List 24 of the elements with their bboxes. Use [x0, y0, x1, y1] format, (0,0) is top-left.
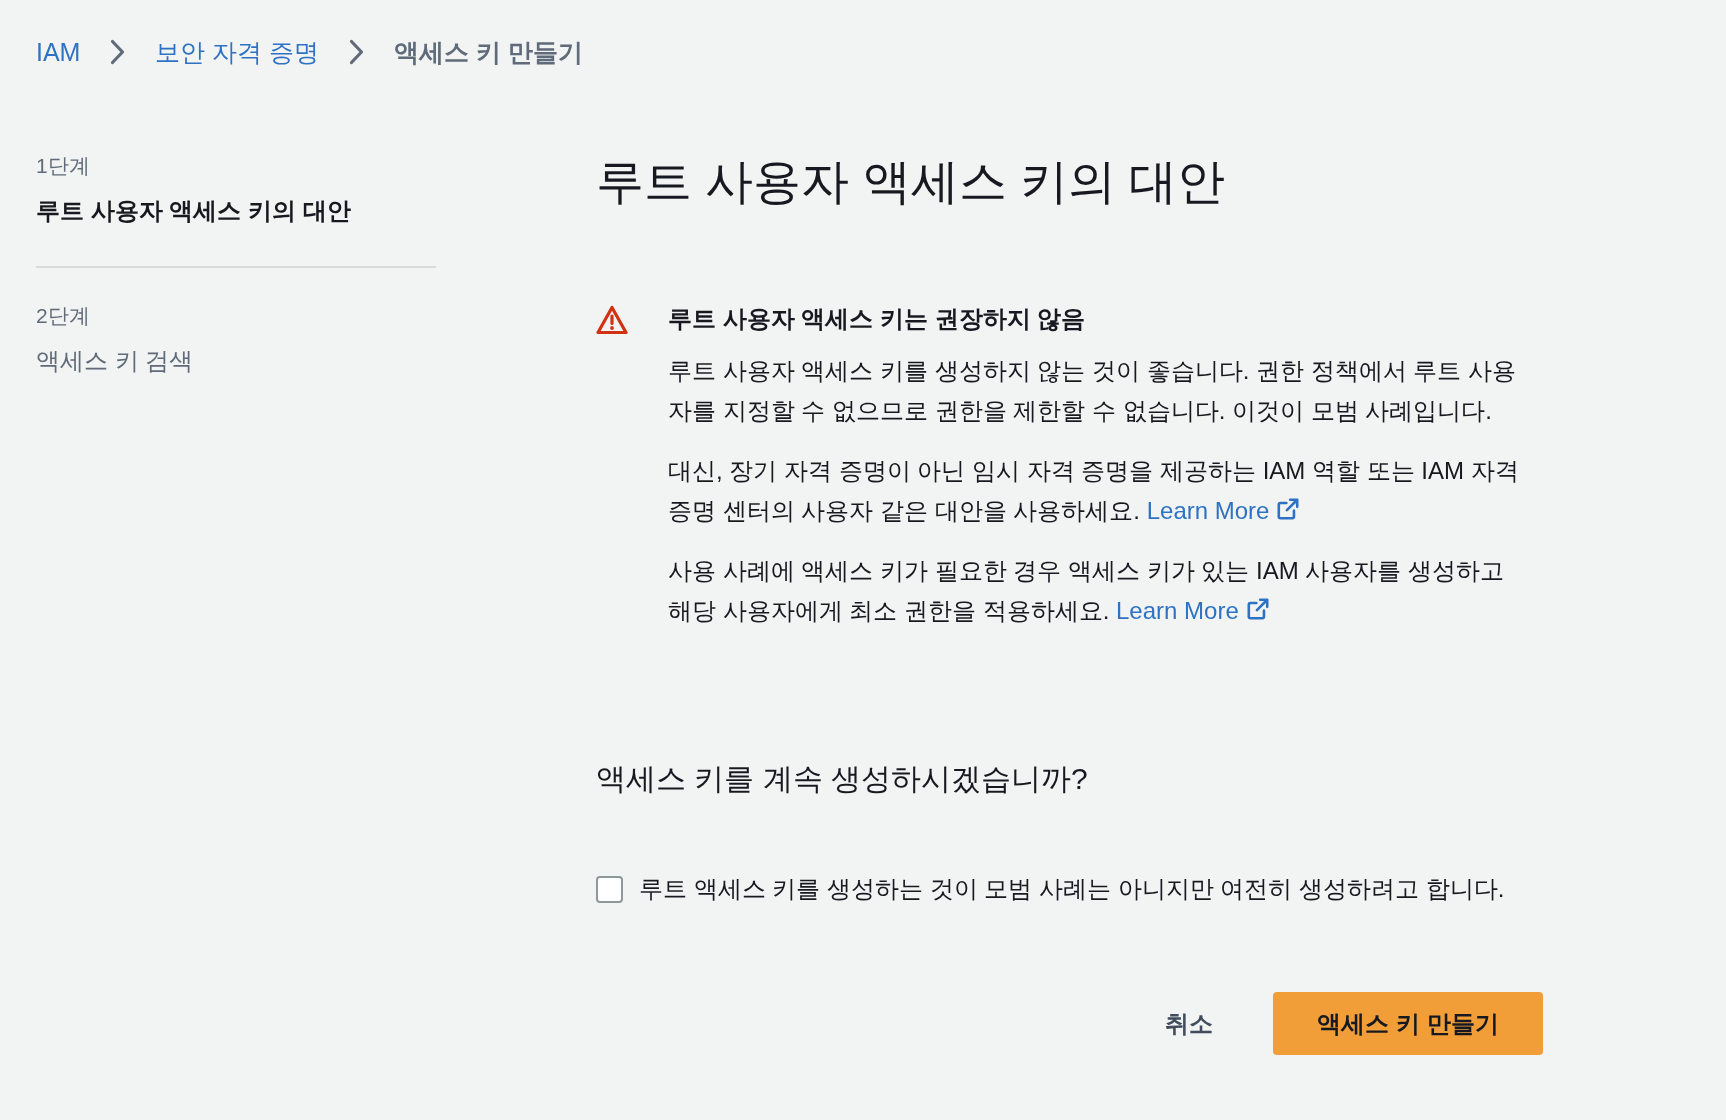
breadcrumb-current: 액세스 키 만들기 — [394, 37, 584, 68]
chevron-right-icon — [349, 39, 365, 65]
step-number: 2단계 — [36, 303, 91, 329]
section-question: 액세스 키를 계속 생성하시겠습니까? — [596, 761, 1089, 797]
learn-more-link[interactable]: Learn More — [1146, 497, 1302, 524]
warning-icon — [596, 305, 628, 335]
learn-more-link[interactable]: Learn More — [1116, 597, 1271, 624]
breadcrumb-link[interactable]: 보안 자격 증명 — [155, 34, 320, 70]
step-number: 1단계 — [36, 153, 91, 179]
step-title[interactable]: 액세스 키 검색 — [36, 344, 436, 378]
alert-paragraph: 루트 사용자 액세스 키를 생성하지 않는 것이 좋습니다. 권한 정책에서 루트 사용자를 지정할 수 없으므로 권한을 제한할 수 없습니다. 이것이 모범 사례입니다. — [668, 356, 1517, 426]
external-link-icon — [1275, 496, 1302, 522]
create-access-key-button[interactable]: 액세스 키 만들기 — [1273, 992, 1543, 1055]
step-title[interactable]: 루트 사용자 액세스 키의 대안 — [36, 194, 436, 228]
checkbox-label: 루트 액세스 키를 생성하는 것이 모범 사례는 아니지만 여전히 생성하려고 합니다. — [639, 874, 1505, 904]
chevron-right-icon — [110, 39, 126, 65]
external-link-icon — [1244, 596, 1271, 622]
cancel-button[interactable]: 취소 — [1145, 996, 1233, 1051]
alert-paragraph: 대신, 장기 자격 증명이 아닌 임시 자격 증명을 제공하는 IAM 역할 또는 IAM 자격 증명 센터의 사용자 같은 대안을 사용하세요. Learn More — [668, 456, 1520, 526]
breadcrumb-link[interactable]: IAM — [36, 34, 81, 70]
page-title: 루트 사용자 액세스 키의 대안 — [596, 154, 1227, 210]
checkbox[interactable] — [596, 875, 623, 903]
alert-paragraph: 사용 사례에 액세스 키가 필요한 경우 액세스 키가 있는 IAM 사용자를 생성하고 해당 사용자에게 최소 권한을 적용하세요. Learn More — [668, 556, 1505, 626]
alert-heading: 루트 사용자 액세스 키는 권장하지 않음 — [668, 304, 1087, 334]
